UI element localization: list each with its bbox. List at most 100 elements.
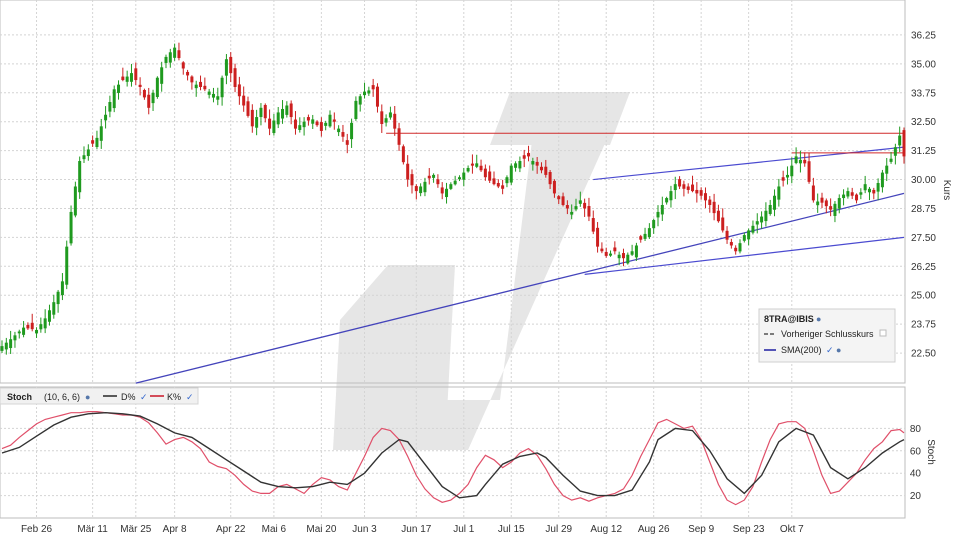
candle-up	[65, 246, 69, 285]
stoch-tick-label: 40	[910, 469, 922, 480]
candle-down	[855, 194, 859, 201]
candle-up	[660, 204, 664, 215]
x-tick-label: Sep 9	[688, 524, 715, 535]
legend-sma-settings-icon[interactable]: ●	[836, 345, 841, 355]
candle-up	[358, 96, 362, 105]
candle-down	[393, 113, 397, 129]
candle-up	[56, 291, 60, 305]
candle-down	[527, 152, 531, 157]
candle-down	[678, 179, 682, 187]
candle-up	[475, 163, 479, 167]
legend-sma-label: SMA(200)	[781, 345, 822, 355]
x-axis: Feb 26 Mär 11 Mär 25 Apr 8 Apr 22 Mai 6 Mai 20…	[21, 524, 804, 535]
candle-up	[760, 216, 764, 223]
candle-down	[483, 168, 487, 178]
candle-down	[587, 206, 591, 217]
candle-up	[505, 177, 509, 184]
candle-up	[432, 174, 436, 178]
price-tick-label: 31.25	[911, 146, 936, 157]
candle-up	[324, 122, 328, 126]
stoch-axis-label: Stoch	[925, 439, 936, 465]
price-axis-label: Kurs	[941, 180, 952, 201]
candle-down	[716, 210, 720, 222]
legend-title-icon[interactable]: ●	[816, 314, 821, 324]
candle-up	[22, 327, 26, 335]
candle-up	[518, 161, 522, 169]
candle-down	[414, 186, 418, 192]
candle-down	[902, 130, 906, 157]
candle-up	[816, 201, 820, 206]
candle-down	[824, 200, 828, 207]
candle-up	[194, 84, 198, 89]
candle-down	[811, 185, 815, 201]
candle-up	[60, 281, 64, 296]
price-tick-label: 28.75	[911, 204, 936, 215]
candle-down	[548, 172, 552, 185]
candle-up	[350, 122, 354, 140]
d-check-icon[interactable]: ✓	[140, 392, 148, 402]
candle-up	[0, 346, 4, 351]
candle-up	[842, 194, 846, 199]
candle-up	[453, 180, 457, 185]
candle-down	[850, 192, 854, 196]
candle-up	[652, 220, 656, 229]
stoch-tick-label: 20	[910, 491, 922, 502]
legend-sma-check-icon[interactable]: ✓	[826, 345, 834, 355]
price-tick-label: 22.50	[911, 349, 936, 360]
k-check-icon[interactable]: ✓	[186, 392, 194, 402]
candle-down	[596, 227, 600, 247]
candle-down	[427, 175, 431, 179]
candle-down	[26, 324, 30, 329]
candle-up	[665, 198, 669, 203]
candle-up	[216, 96, 220, 100]
candle-up	[337, 128, 341, 133]
candle-up	[837, 198, 841, 209]
x-tick-label: Mär 11	[77, 524, 108, 535]
price-tick-label: 27.50	[911, 233, 936, 244]
stoch-tick-label: 60	[910, 446, 922, 457]
candle-down	[306, 117, 310, 121]
candle-down	[639, 236, 643, 240]
x-tick-label: Jun 3	[352, 524, 377, 535]
price-tick-label: 32.50	[911, 117, 936, 128]
candle-up	[859, 192, 863, 195]
candle-up	[626, 254, 630, 264]
candle-down	[410, 174, 414, 186]
candle-up	[669, 191, 673, 201]
stoch-settings-icon[interactable]: ●	[85, 392, 90, 402]
candle-up	[173, 47, 177, 58]
candle-up	[367, 90, 371, 94]
candle-down	[332, 119, 336, 122]
candle-down	[703, 193, 707, 201]
candle-up	[328, 114, 332, 127]
candle-up	[73, 186, 77, 216]
candle-up	[609, 253, 613, 256]
stoch-header: Stoch (10, 6, 6) ● D% ✓ K% ✓	[0, 387, 199, 405]
candle-down	[237, 84, 241, 97]
x-tick-label: Mär 25	[120, 524, 152, 535]
candle-down	[781, 177, 785, 181]
candle-up	[673, 184, 677, 191]
candle-down	[190, 76, 194, 83]
candle-up	[211, 93, 215, 98]
price-tick-label: 30.00	[911, 175, 936, 186]
candle-down	[492, 178, 496, 185]
candle-up	[285, 105, 289, 115]
candle-up	[889, 158, 893, 162]
x-tick-label: Jun 17	[401, 524, 431, 535]
candle-down	[682, 184, 686, 189]
candle-down	[621, 253, 625, 259]
candle-up	[768, 204, 772, 214]
candle-down	[177, 50, 181, 59]
legend-prevclose-toggle[interactable]	[879, 329, 887, 337]
stoch-tick-label: 80	[910, 424, 922, 435]
candle-up	[95, 137, 99, 148]
candle-up	[514, 163, 518, 168]
candle-up	[876, 183, 880, 192]
candle-up	[531, 161, 535, 165]
candle-up	[846, 191, 850, 197]
candle-up	[794, 156, 798, 164]
candle-up	[39, 324, 43, 330]
candle-up	[78, 161, 82, 193]
candle-up	[155, 77, 159, 97]
